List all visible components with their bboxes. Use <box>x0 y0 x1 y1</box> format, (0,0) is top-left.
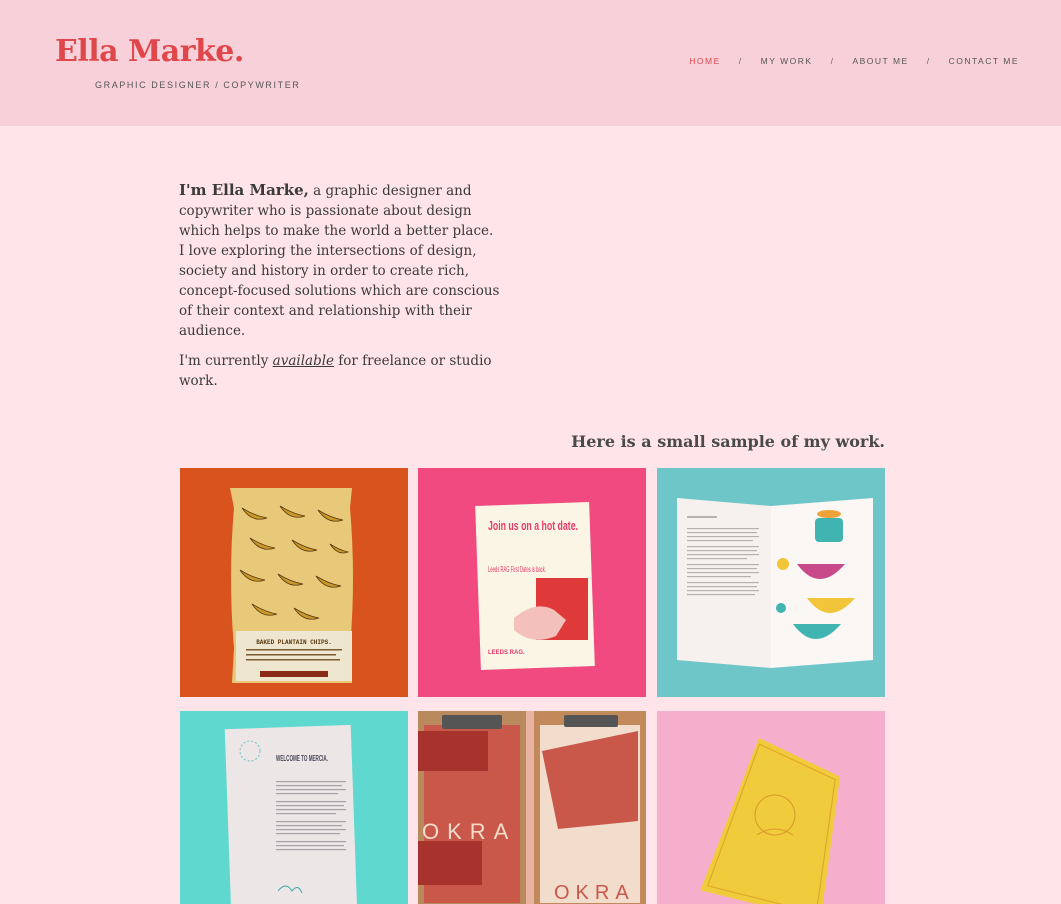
intro-body: a graphic designer and copywriter who is… <box>179 183 500 339</box>
work-tile-open-book[interactable] <box>657 468 885 697</box>
open-book-image <box>657 468 885 697</box>
work-heading: Here is a small sample of my work. <box>571 432 885 451</box>
work-tile-plantain-chips[interactable]: BAKED PLANTAIN CHIPS. <box>180 468 408 697</box>
work-tile-leeds-rag-poster[interactable]: Join us on a hot date. Leeds RAG First D… <box>418 468 646 697</box>
intro-text: I'm Ella Marke, a graphic designer and c… <box>179 180 501 401</box>
work-tile-mercia-letter[interactable]: WELCOME TO MERCIA. <box>180 711 408 904</box>
nav-separator: / <box>738 56 743 66</box>
letterhead-image: WELCOME TO MERCIA. <box>180 711 408 904</box>
poster-subline: Leeds RAG First Dates is back. <box>488 565 546 574</box>
available-link[interactable]: available <box>273 353 334 369</box>
work-tile-yellow-book[interactable] <box>657 711 885 904</box>
nav-about-me[interactable]: ABOUT ME <box>852 56 908 66</box>
chips-label: BAKED PLANTAIN CHIPS. <box>256 639 332 646</box>
poster-headline: Join us on a hot date. <box>488 518 578 533</box>
site-header: Ella Marke. GRAPHIC DESIGNER / COPYWRITE… <box>0 0 1061 126</box>
okra-letters: OKRA <box>422 819 516 844</box>
poster-footer: LEEDS RAG. <box>488 650 525 656</box>
poster-image: Join us on a hot date. Leeds RAG First D… <box>418 468 646 697</box>
nav-separator: / <box>830 56 835 66</box>
intro-paragraph: I'm Ella Marke, a graphic designer and c… <box>179 180 501 341</box>
chips-bag-image: BAKED PLANTAIN CHIPS. <box>180 468 408 697</box>
okra-letters-right: OKRA <box>554 882 635 904</box>
main-nav: HOME / MY WORK / ABOUT ME / CONTACT ME <box>689 56 1019 66</box>
nav-home[interactable]: HOME <box>689 56 721 66</box>
letter-title: WELCOME TO MERCIA. <box>276 754 328 763</box>
nav-my-work[interactable]: MY WORK <box>761 56 813 66</box>
clipboard-image: OKRA OKRA <box>418 711 646 904</box>
site-logo[interactable]: Ella Marke. <box>55 34 244 69</box>
site-tagline: GRAPHIC DESIGNER / COPYWRITER <box>95 80 301 90</box>
availability-prefix: I'm currently <box>179 353 273 369</box>
work-tile-okra-branding[interactable]: OKRA OKRA <box>418 711 646 904</box>
yellow-book-image <box>657 711 885 904</box>
availability-paragraph: I'm currently available for freelance or… <box>179 351 501 391</box>
nav-contact-me[interactable]: CONTACT ME <box>949 56 1019 66</box>
intro-lead: I'm Ella Marke, <box>179 181 309 199</box>
nav-separator: / <box>926 56 931 66</box>
